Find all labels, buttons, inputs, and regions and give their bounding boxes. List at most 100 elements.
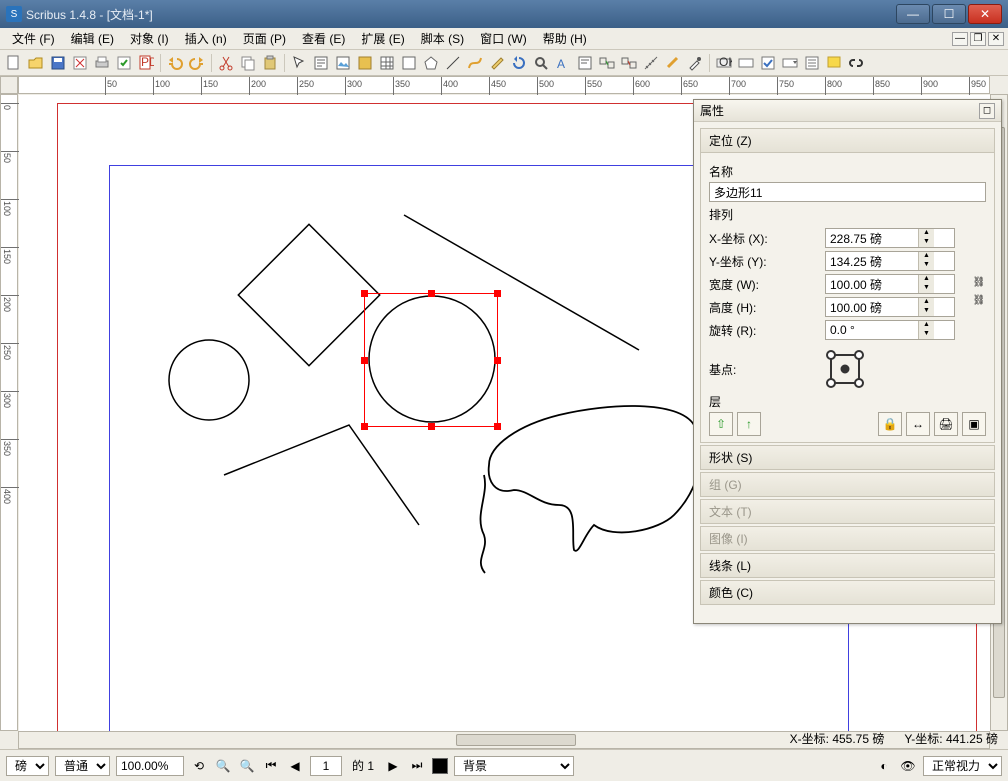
horizontal-ruler[interactable]: 5010015020025030035040045050055060065070…	[18, 76, 990, 94]
up-icon[interactable]: ▲	[918, 275, 934, 284]
lock-size-button[interactable]: ↔	[906, 412, 930, 436]
tool-image-frame[interactable]	[333, 53, 353, 73]
tool-shape[interactable]	[399, 53, 419, 73]
handle-s[interactable]	[428, 423, 435, 430]
first-page-icon[interactable]: ⏮	[262, 757, 280, 775]
properties-close-button[interactable]: ◻	[979, 103, 995, 119]
link-wh-icon[interactable]: ⛓	[972, 277, 986, 291]
down-icon[interactable]: ▼	[918, 307, 934, 316]
tool-bezier[interactable]	[465, 53, 485, 73]
tool-redo[interactable]	[187, 53, 207, 73]
up-icon[interactable]: ▲	[918, 298, 934, 307]
zoom-reset-icon[interactable]: ⟲	[190, 757, 208, 775]
raise-to-top-button[interactable]: ⇧	[709, 412, 733, 436]
mdi-restore-button[interactable]: ❐	[970, 32, 986, 46]
tool-close[interactable]	[70, 53, 90, 73]
section-color-header[interactable]: 颜色 (C)	[700, 580, 995, 605]
up-icon[interactable]: ▲	[918, 321, 934, 330]
handle-se[interactable]	[494, 423, 501, 430]
scroll-thumb[interactable]	[456, 734, 576, 746]
last-page-icon[interactable]: ⏭	[408, 757, 426, 775]
basepoint-widget[interactable]	[825, 349, 865, 389]
section-group-header[interactable]: 组 (G)	[700, 472, 995, 497]
tool-text-frame[interactable]	[311, 53, 331, 73]
tool-copy-properties[interactable]	[663, 53, 683, 73]
tool-pdf-combobox[interactable]	[780, 53, 800, 73]
tool-freehand[interactable]	[487, 53, 507, 73]
handle-nw[interactable]	[361, 290, 368, 297]
tool-pdf-button[interactable]: OK	[714, 53, 734, 73]
window-close-button[interactable]: ✕	[968, 4, 1002, 24]
handle-ne[interactable]	[494, 290, 501, 297]
handle-sw[interactable]	[361, 423, 368, 430]
tool-link-frames[interactable]	[597, 53, 617, 73]
menu-window[interactable]: 窗口 (W)	[472, 28, 535, 49]
tool-preflight[interactable]	[114, 53, 134, 73]
rot-spin[interactable]: ▲▼	[825, 320, 955, 340]
x-input[interactable]	[826, 231, 918, 245]
tool-open[interactable]	[26, 53, 46, 73]
zoom-input[interactable]	[116, 756, 184, 776]
tool-pdf-listbox[interactable]	[802, 53, 822, 73]
w-spin[interactable]: ▲▼	[825, 274, 955, 294]
tool-undo[interactable]	[165, 53, 185, 73]
rot-input[interactable]	[826, 323, 918, 337]
h-input[interactable]	[826, 300, 918, 314]
tool-polygon[interactable]	[421, 53, 441, 73]
selection-box[interactable]	[364, 293, 498, 427]
y-spin[interactable]: ▲▼	[825, 251, 955, 271]
print-toggle-button[interactable]: 🖨	[934, 412, 958, 436]
tool-line[interactable]	[443, 53, 463, 73]
tool-measure[interactable]	[641, 53, 661, 73]
tool-rotate[interactable]	[509, 53, 529, 73]
link-wh-icon2[interactable]: ⛓	[972, 295, 986, 309]
tool-export-pdf[interactable]: PDF	[136, 53, 156, 73]
zoom-out-icon[interactable]: 🔍	[214, 757, 232, 775]
tool-story-editor[interactable]	[575, 53, 595, 73]
w-input[interactable]	[826, 277, 918, 291]
tool-pdf-checkbox[interactable]	[758, 53, 778, 73]
cms-icon[interactable]: ◐	[875, 757, 893, 775]
tool-eyedropper[interactable]	[685, 53, 705, 73]
handle-w[interactable]	[361, 357, 368, 364]
tool-unlink-frames[interactable]	[619, 53, 639, 73]
section-line-header[interactable]: 线条 (L)	[700, 553, 995, 578]
y-input[interactable]	[826, 254, 918, 268]
up-icon[interactable]: ▲	[918, 252, 934, 261]
section-image-header[interactable]: 图像 (I)	[700, 526, 995, 551]
next-page-icon[interactable]: ▶	[384, 757, 402, 775]
page-input[interactable]	[310, 756, 342, 776]
lock-button[interactable]: 🔒	[878, 412, 902, 436]
group-toggle-button[interactable]: ▣	[962, 412, 986, 436]
tool-copy[interactable]	[238, 53, 258, 73]
menu-page[interactable]: 页面 (P)	[235, 28, 294, 49]
section-xyz-header[interactable]: 定位 (Z)	[700, 128, 995, 153]
menu-insert[interactable]: 插入 (n)	[177, 28, 235, 49]
menu-object[interactable]: 对象 (I)	[122, 28, 177, 49]
menu-extras[interactable]: 扩展 (E)	[353, 28, 412, 49]
tool-select[interactable]	[289, 53, 309, 73]
mdi-minimize-button[interactable]: —	[952, 32, 968, 46]
zoom-in-icon[interactable]: 🔍	[238, 757, 256, 775]
menu-file[interactable]: 文件 (F)	[4, 28, 63, 49]
menu-help[interactable]: 帮助 (H)	[535, 28, 595, 49]
menu-script[interactable]: 脚本 (S)	[413, 28, 472, 49]
vision-select[interactable]: 正常视力	[923, 756, 1002, 776]
window-minimize-button[interactable]: —	[896, 4, 930, 24]
tool-pdf-link[interactable]	[846, 53, 866, 73]
down-icon[interactable]: ▼	[918, 238, 934, 247]
menu-edit[interactable]: 编辑 (E)	[63, 28, 122, 49]
handle-e[interactable]	[494, 357, 501, 364]
preview-icon[interactable]: 👁	[899, 757, 917, 775]
unit-select[interactable]: 磅	[6, 756, 49, 776]
tool-render-frame[interactable]	[355, 53, 375, 73]
tool-table[interactable]	[377, 53, 397, 73]
window-maximize-button[interactable]: ☐	[932, 4, 966, 24]
tool-print[interactable]	[92, 53, 112, 73]
x-spin[interactable]: ▲▼	[825, 228, 955, 248]
layer-select[interactable]: 背景	[454, 756, 574, 776]
properties-panel[interactable]: 属性 ◻ 定位 (Z) 名称 排列 X-坐标 (X): ▲▼ Y-坐标 (Y):…	[693, 99, 1002, 624]
tool-pdf-annotation[interactable]	[824, 53, 844, 73]
tool-new[interactable]	[4, 53, 24, 73]
down-icon[interactable]: ▼	[918, 330, 934, 339]
